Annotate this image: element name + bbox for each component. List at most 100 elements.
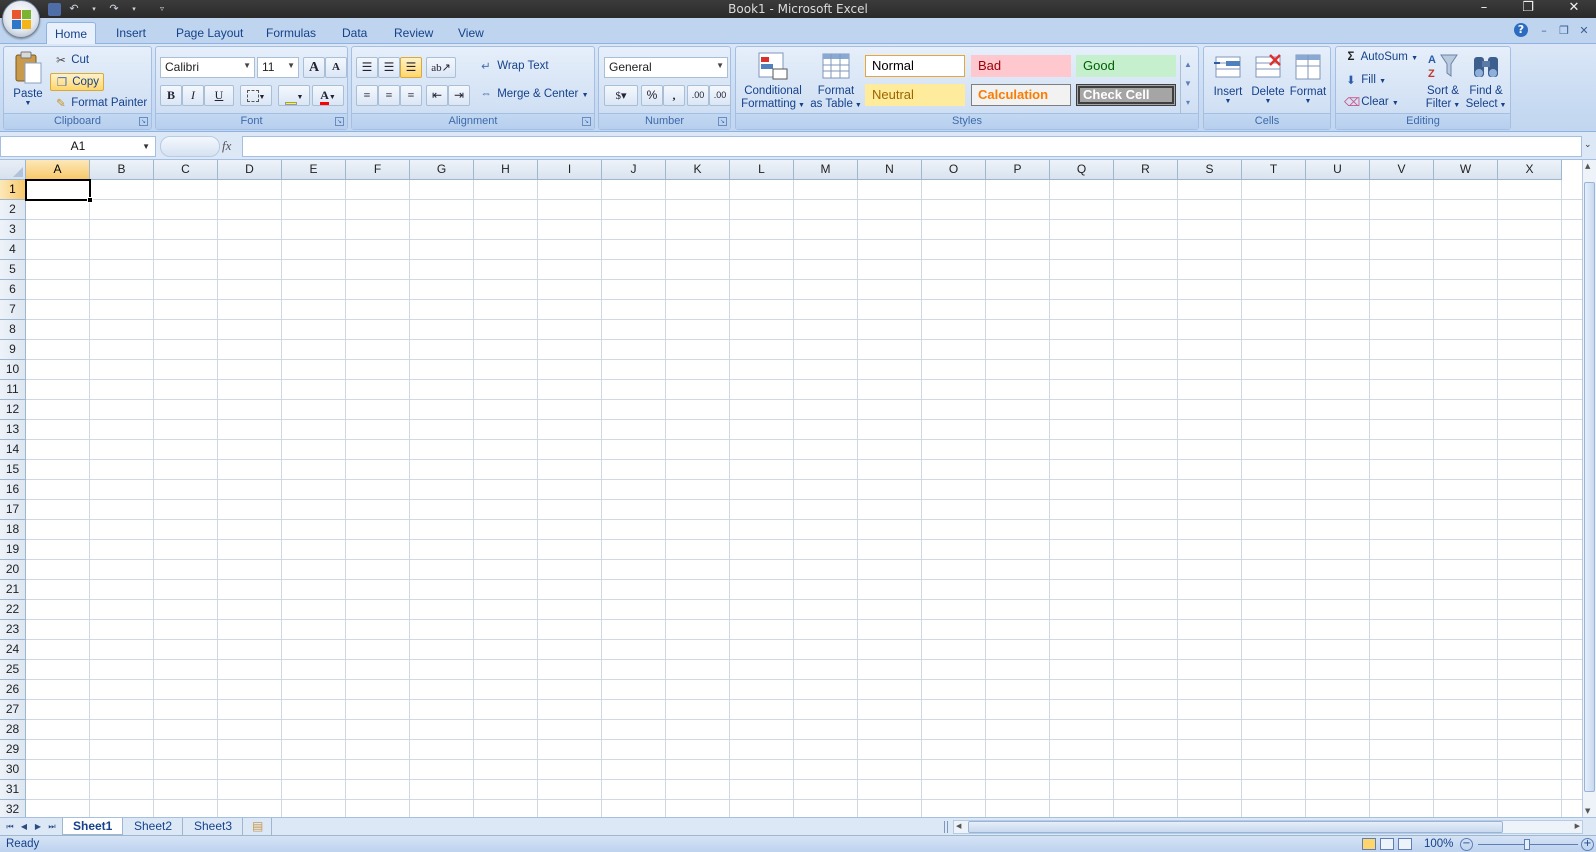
style-check-cell[interactable]: Check Cell <box>1076 84 1176 106</box>
column-header[interactable]: U <box>1306 160 1370 180</box>
office-button[interactable] <box>2 0 40 38</box>
format-as-table-button[interactable]: Format as Table ▼ <box>808 51 864 112</box>
row-header[interactable]: 30 <box>0 760 26 780</box>
scroll-down-icon[interactable]: ▼ <box>1181 74 1195 93</box>
fill-color-button[interactable]: ▼ <box>278 85 310 106</box>
format-painter-button[interactable]: ✎ Format Painter <box>54 96 147 110</box>
restore-button[interactable]: ❐ <box>1510 0 1546 18</box>
page-break-view-icon[interactable] <box>1398 838 1412 850</box>
tab-split-handle[interactable] <box>944 821 948 833</box>
last-sheet-icon[interactable]: ⏭ <box>46 820 58 833</box>
first-sheet-icon[interactable]: ⏮ <box>4 820 16 833</box>
zoom-out-icon[interactable]: − <box>1460 838 1473 851</box>
font-size-combo[interactable]: 11 ▼ <box>257 57 299 78</box>
row-header[interactable]: 27 <box>0 700 26 720</box>
column-header[interactable]: A <box>26 160 90 180</box>
dialog-launcher-icon[interactable]: ↘ <box>718 117 727 126</box>
number-format-combo[interactable]: General ▼ <box>604 57 728 78</box>
paste-button[interactable]: Paste ▼ <box>10 51 46 113</box>
normal-view-icon[interactable] <box>1362 838 1376 850</box>
dialog-launcher-icon[interactable]: ↘ <box>139 117 148 126</box>
active-cell[interactable] <box>25 179 93 203</box>
tab-view[interactable]: View <box>450 24 492 44</box>
scroll-left-arrow-icon[interactable]: ◀ <box>956 822 961 830</box>
style-good[interactable]: Good <box>1076 55 1176 77</box>
row-header[interactable]: 9 <box>0 340 26 360</box>
row-header[interactable]: 13 <box>0 420 26 440</box>
find-select-button[interactable]: Find & Select ▼ <box>1464 51 1508 112</box>
column-header[interactable]: F <box>346 160 410 180</box>
style-bad[interactable]: Bad <box>971 55 1071 77</box>
row-header[interactable]: 21 <box>0 580 26 600</box>
select-all-button[interactable] <box>0 160 26 180</box>
row-header[interactable]: 12 <box>0 400 26 420</box>
formula-input[interactable] <box>242 136 1582 157</box>
orientation-button[interactable]: ab↗ <box>426 57 456 78</box>
tab-insert[interactable]: Insert <box>108 24 154 44</box>
tab-data[interactable]: Data <box>334 24 375 44</box>
horizontal-scroll-thumb[interactable] <box>968 821 1503 833</box>
horizontal-scrollbar[interactable]: ◀ ▶ <box>953 820 1583 834</box>
cell-area[interactable] <box>26 180 1582 817</box>
name-box[interactable]: A1 ▼ <box>0 136 156 157</box>
column-header[interactable]: V <box>1370 160 1434 180</box>
style-normal[interactable]: Normal <box>865 55 965 77</box>
column-header[interactable]: O <box>922 160 986 180</box>
tab-home[interactable]: Home <box>46 22 97 45</box>
row-header[interactable]: 5 <box>0 260 26 280</box>
prev-sheet-icon[interactable]: ◀ <box>18 820 30 833</box>
row-header[interactable]: 6 <box>0 280 26 300</box>
next-sheet-icon[interactable]: ▶ <box>32 820 44 833</box>
worksheet-grid[interactable]: ABCDEFGHIJKLMNOPQRSTUVWX 1 2 3 4 5 6 7 8 9 10 11 12… <box>0 160 1582 817</box>
align-top-button[interactable]: ☰ <box>356 57 378 78</box>
ribbon-close-icon[interactable]: ✕ <box>1576 23 1592 39</box>
scroll-down-arrow-icon[interactable]: ▼ <box>1585 807 1590 815</box>
column-header[interactable]: T <box>1242 160 1306 180</box>
increase-decimal-button[interactable]: .00 <box>687 85 709 106</box>
style-calculation[interactable]: Calculation <box>971 84 1071 106</box>
sheet-tab-sheet2[interactable]: Sheet2 <box>124 818 184 835</box>
dropdown-arrow-icon[interactable]: ▼ <box>142 137 150 156</box>
row-header[interactable]: 20 <box>0 560 26 580</box>
ribbon-restore-icon[interactable]: ❐ <box>1556 23 1572 39</box>
row-header[interactable]: 8 <box>0 320 26 340</box>
row-header[interactable]: 25 <box>0 660 26 680</box>
font-color-button[interactable]: A▼ <box>312 85 344 106</box>
font-name-combo[interactable]: Calibri ▼ <box>160 57 255 78</box>
column-header[interactable]: I <box>538 160 602 180</box>
zoom-in-icon[interactable]: + <box>1581 838 1594 851</box>
tab-formulas[interactable]: Formulas <box>258 24 324 44</box>
row-header[interactable]: 26 <box>0 680 26 700</box>
bold-button[interactable]: B <box>160 85 182 106</box>
format-cells-button[interactable]: Format ▼ <box>1288 51 1328 105</box>
conditional-formatting-button[interactable]: Conditional Formatting ▼ <box>740 51 806 112</box>
column-header[interactable]: C <box>154 160 218 180</box>
align-center-button[interactable]: ≡ <box>378 85 400 106</box>
column-header[interactable]: M <box>794 160 858 180</box>
cut-button[interactable]: ✂ Cut <box>54 53 89 67</box>
borders-button[interactable]: ▼ <box>240 85 272 106</box>
column-header[interactable]: K <box>666 160 730 180</box>
ribbon-minimize-icon[interactable]: – <box>1536 23 1552 39</box>
style-neutral[interactable]: Neutral <box>865 84 965 106</box>
help-icon[interactable]: ? <box>1514 23 1528 37</box>
column-header[interactable]: L <box>730 160 794 180</box>
sheet-tab-sheet3[interactable]: Sheet3 <box>184 818 244 835</box>
dialog-launcher-icon[interactable]: ↘ <box>582 117 591 126</box>
close-button[interactable]: ✕ <box>1556 0 1592 18</box>
vertical-scrollbar[interactable]: ▲ ▼ <box>1582 160 1596 817</box>
row-header[interactable]: 22 <box>0 600 26 620</box>
decrease-indent-button[interactable]: ⇤ <box>426 85 448 106</box>
insert-function-icon[interactable]: fx <box>222 138 231 154</box>
column-header[interactable]: N <box>858 160 922 180</box>
column-header[interactable]: B <box>90 160 154 180</box>
row-header[interactable]: 3 <box>0 220 26 240</box>
column-header[interactable]: X <box>1498 160 1562 180</box>
clear-button[interactable]: ⌫ Clear ▼ <box>1344 95 1399 109</box>
row-header[interactable]: 2 <box>0 200 26 220</box>
scroll-right-arrow-icon[interactable]: ▶ <box>1575 822 1580 830</box>
column-header[interactable]: J <box>602 160 666 180</box>
zoom-slider-thumb[interactable] <box>1524 839 1530 850</box>
align-bottom-button[interactable]: ☰ <box>400 57 422 78</box>
expand-formula-bar-icon[interactable]: ⌄ <box>1584 140 1592 150</box>
